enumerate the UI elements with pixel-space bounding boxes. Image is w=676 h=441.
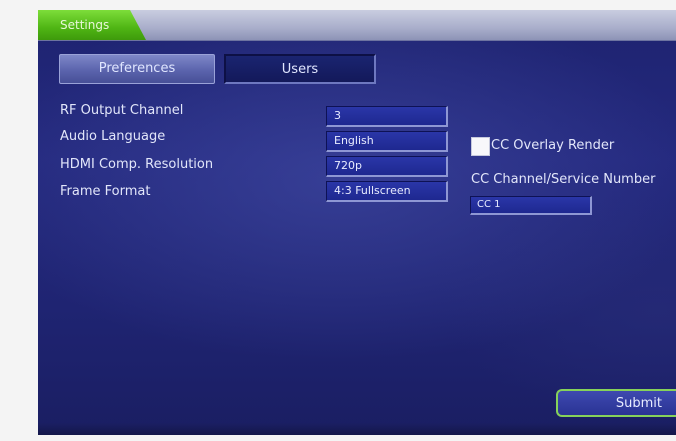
audio-language-label: Audio Language <box>60 129 166 144</box>
cc-overlay-label: CC Overlay Render <box>491 138 615 153</box>
tab-preferences[interactable]: Preferences <box>59 54 215 84</box>
audio-language-field[interactable]: English <box>326 131 448 152</box>
tab-users[interactable]: Users <box>224 54 376 84</box>
frame-format-label: Frame Format <box>60 184 151 199</box>
submit-button[interactable]: Submit <box>556 389 676 417</box>
frame-format-field[interactable]: 4:3 Fullscreen <box>326 181 448 202</box>
hdmi-resolution-label: HDMI Comp. Resolution <box>60 157 214 172</box>
cc-channel-label: CC Channel/Service Number <box>471 172 656 187</box>
settings-header-label: Settings <box>60 18 110 32</box>
hdmi-resolution-field[interactable]: 720p <box>326 156 448 177</box>
settings-screen: Settings Preferences Users RF Output Cha… <box>38 10 676 435</box>
cc-channel-field[interactable]: CC 1 <box>470 196 592 215</box>
cc-overlay-checkbox[interactable] <box>471 137 490 156</box>
settings-header-tab[interactable]: Settings <box>38 10 146 40</box>
rf-output-channel-label: RF Output Channel <box>60 103 184 118</box>
rf-output-channel-field[interactable]: 3 <box>326 106 448 127</box>
